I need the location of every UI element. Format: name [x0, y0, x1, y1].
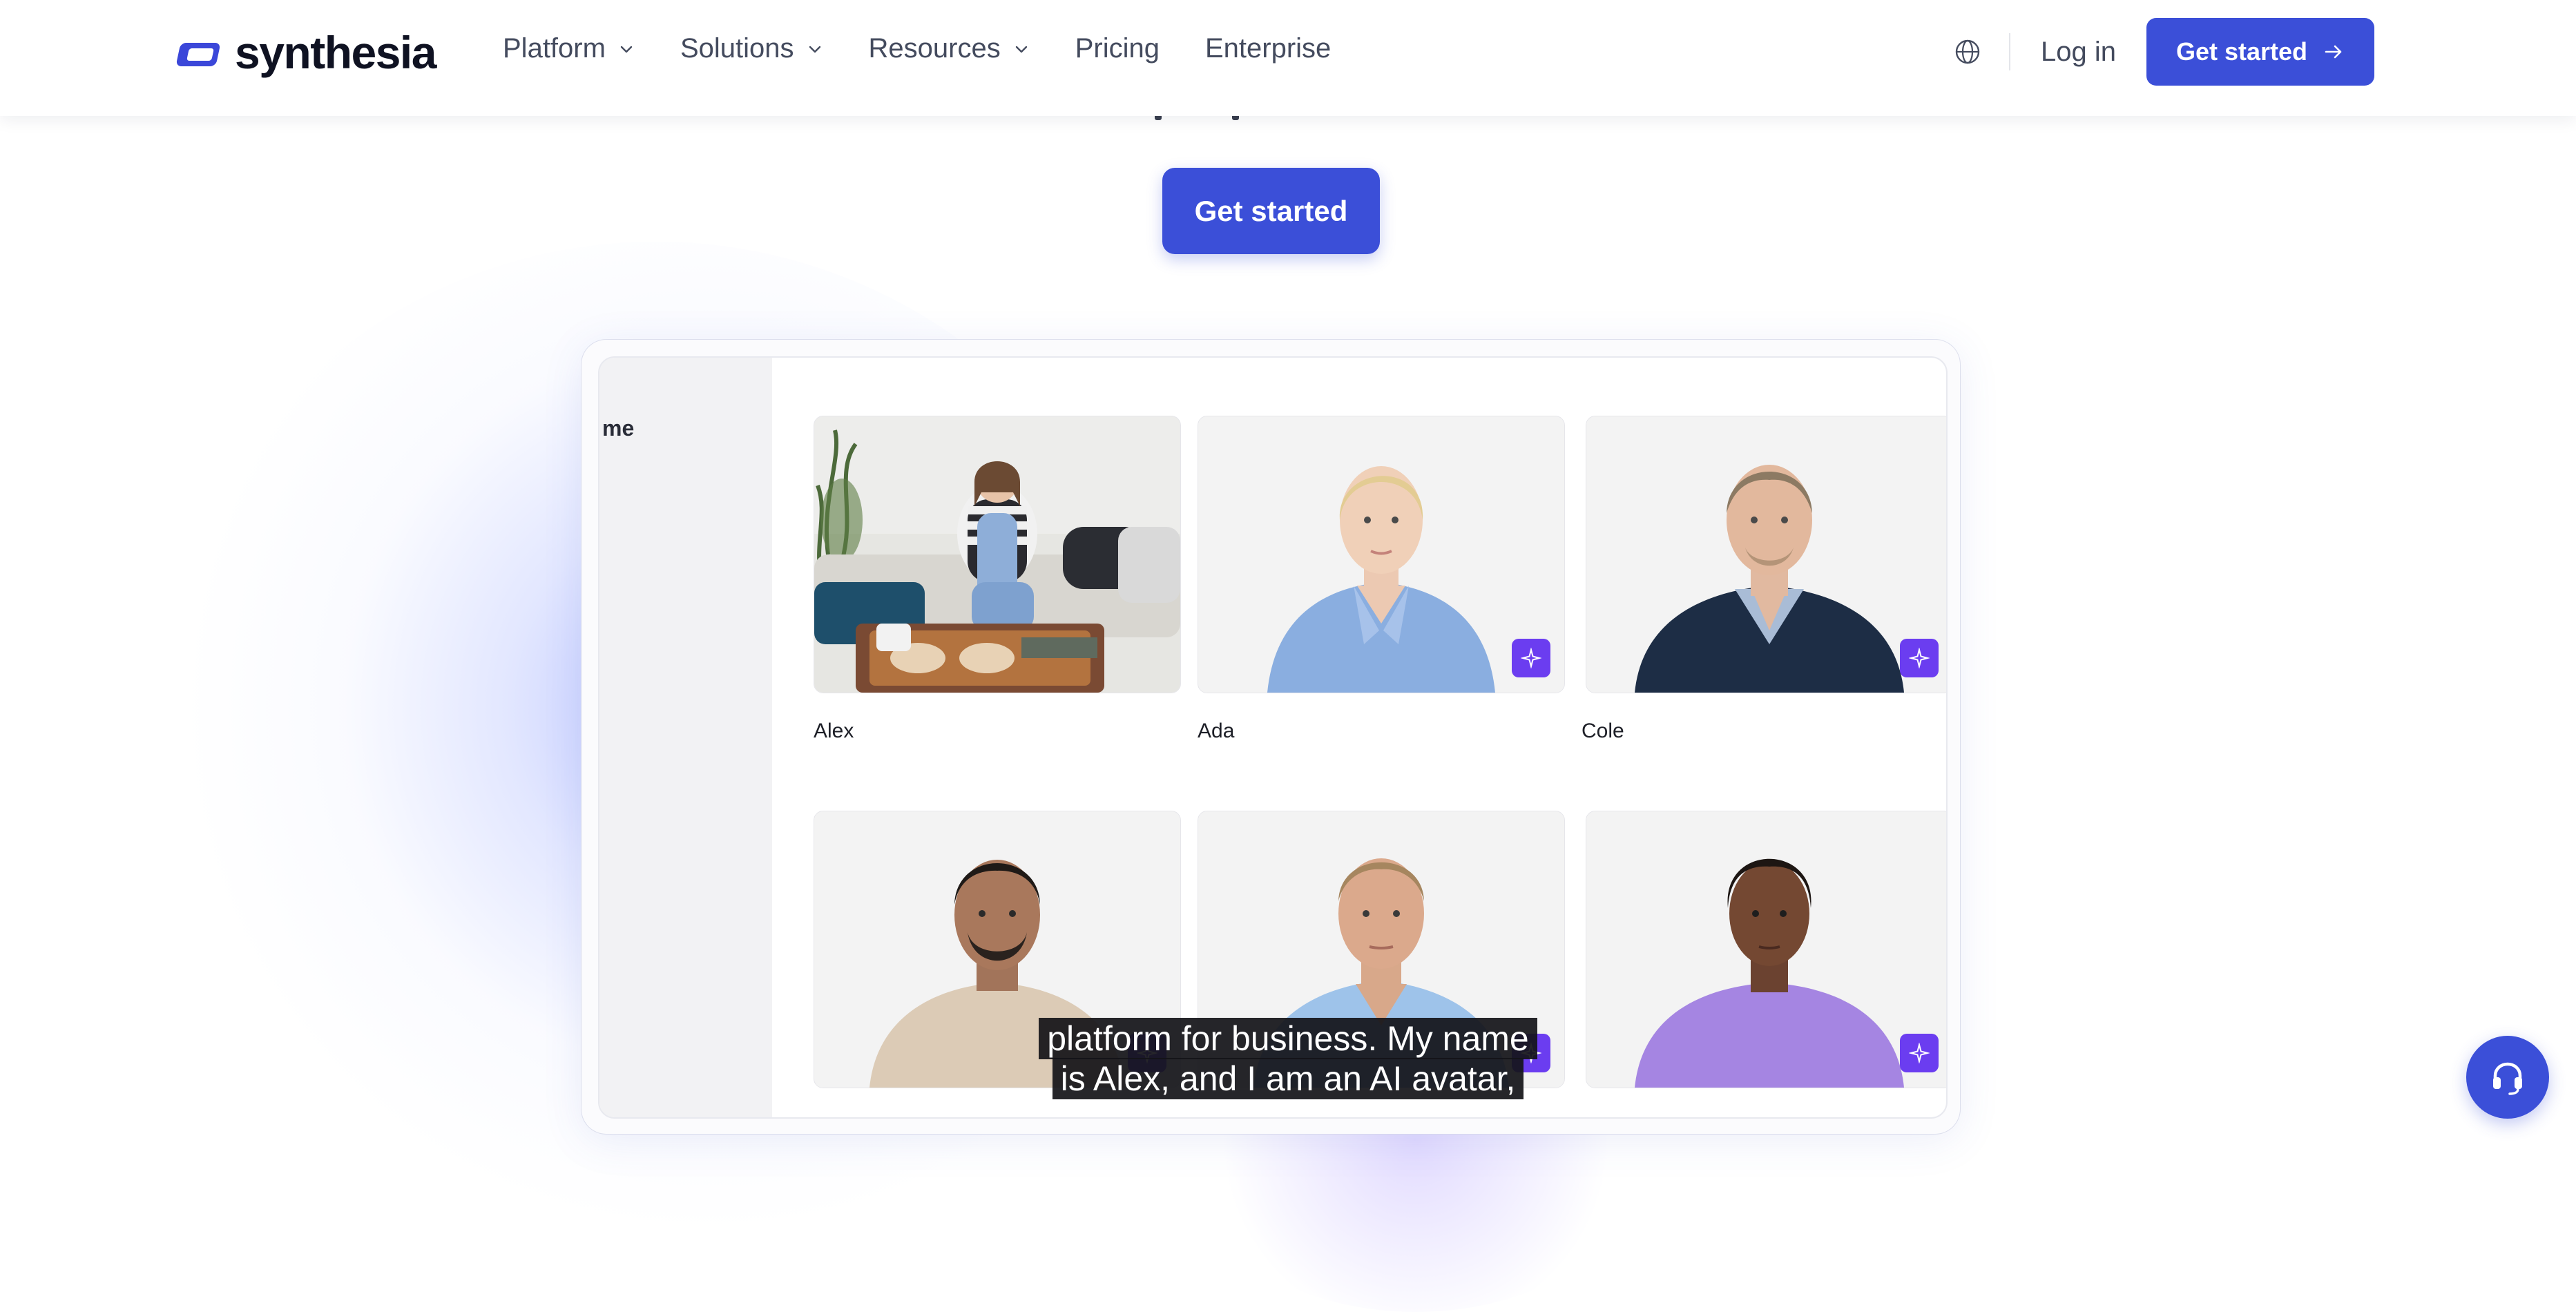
- header-divider: [2009, 33, 2011, 70]
- avatar-card-ada[interactable]: [1198, 416, 1565, 693]
- avatar-photo-ada: [1198, 416, 1564, 693]
- avatar-card-cole[interactable]: [1586, 416, 1946, 693]
- product-preview-window: me Alex Ada Cole: [581, 340, 1960, 1134]
- nav-item-label: Solutions: [680, 33, 794, 64]
- nav-item-label: Resources: [868, 33, 1001, 64]
- preview-sidebar: me: [599, 358, 772, 1117]
- avatar-name: Alex: [814, 720, 854, 742]
- login-link[interactable]: Log in: [2041, 37, 2116, 68]
- hero-get-started-button[interactable]: Get started: [1162, 168, 1380, 254]
- nav-item-label: Enterprise: [1204, 33, 1332, 64]
- header-actions: Log in Get started: [1954, 18, 2374, 86]
- header-get-started-button[interactable]: Get started: [2146, 18, 2374, 86]
- video-caption-line-1: platform for business. My name: [0, 1018, 2576, 1059]
- nav-item-enterprise[interactable]: Enterprise: [1205, 33, 1331, 64]
- sidebar-item-label: me: [602, 416, 635, 441]
- site-header: synthesia Platform Solutions Resources P…: [0, 0, 2576, 116]
- logo-mark-icon: [175, 36, 225, 69]
- chevron-down-icon: [809, 46, 820, 52]
- sparkle-icon: [1521, 648, 1541, 668]
- nav-item-label: Pricing: [1075, 33, 1160, 64]
- button-label: Get started: [2175, 37, 2308, 66]
- chevron-down-icon: [1015, 46, 1027, 52]
- sparkle-icon: [1909, 648, 1930, 668]
- button-label: Get started: [1194, 194, 1348, 227]
- avatar-card-alex[interactable]: [814, 416, 1181, 693]
- avatar-name: Cole: [1582, 720, 1624, 742]
- avatar-photo-alex: [814, 416, 1180, 693]
- chevron-down-icon: [620, 46, 633, 52]
- globe-icon[interactable]: [1954, 38, 1981, 66]
- ai-avatar-badge: [1512, 639, 1550, 677]
- avatar-photo-cole: [1586, 416, 1946, 693]
- video-caption-line-2: is Alex, and I am an AI avatar,: [0, 1058, 2576, 1099]
- preview-app: me Alex Ada Cole: [598, 356, 1948, 1119]
- nav-item-resources[interactable]: Resources: [869, 33, 1030, 64]
- synthesia-logo[interactable]: synthesia: [175, 26, 436, 79]
- nav-item-pricing[interactable]: Pricing: [1075, 33, 1160, 64]
- caption-text: platform for business. My name: [1039, 1018, 1537, 1059]
- nav-item-solutions[interactable]: Solutions: [680, 33, 823, 64]
- nav-item-label: Platform: [503, 33, 606, 64]
- avatar-name: Ada: [1198, 720, 1235, 742]
- caption-text: is Alex, and I am an AI avatar,: [1052, 1058, 1524, 1099]
- nav-item-platform[interactable]: Platform: [503, 33, 635, 64]
- arrow-right-icon: [2325, 45, 2342, 59]
- main-nav: Platform Solutions Resources Pricing Ent…: [503, 33, 1376, 64]
- logo-wordmark: synthesia: [235, 27, 436, 78]
- ai-avatar-badge: [1900, 639, 1939, 677]
